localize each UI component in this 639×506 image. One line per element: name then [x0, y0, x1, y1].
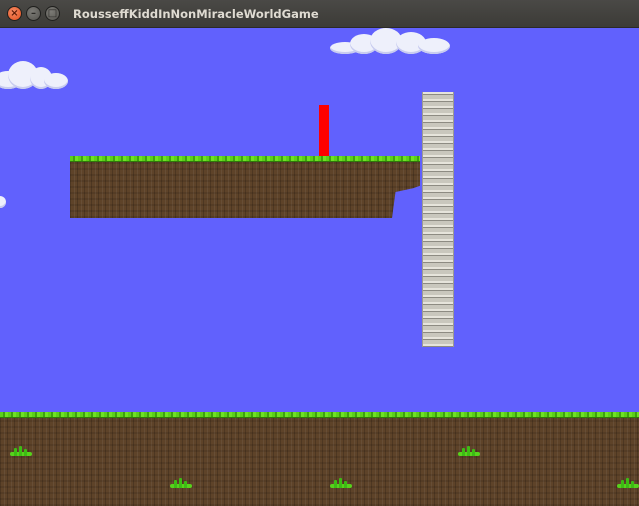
grass-tuft	[617, 478, 639, 488]
title-bar[interactable]: × – □ RousseffKiddInNonMiracleWorldGame	[0, 0, 639, 28]
minimize-icon: –	[31, 8, 36, 19]
cloud	[0, 61, 70, 91]
player	[319, 105, 329, 156]
window-title: RousseffKiddInNonMiracleWorldGame	[73, 7, 319, 21]
cloud	[0, 196, 6, 210]
close-button[interactable]: ×	[7, 6, 22, 21]
platform-grass	[70, 156, 420, 162]
close-icon: ×	[10, 8, 19, 19]
game-canvas[interactable]	[0, 28, 639, 506]
maximize-icon: □	[47, 8, 58, 19]
ground-grass	[0, 412, 639, 418]
game-window: × – □ RousseffKiddInNonMiracleWorldGame	[0, 0, 639, 506]
maximize-button[interactable]: □	[45, 6, 60, 21]
grass-tuft	[170, 478, 192, 488]
ground	[0, 412, 639, 506]
floating-platform	[70, 156, 420, 218]
ladder	[422, 92, 454, 347]
grass-tuft	[10, 446, 32, 456]
minimize-button[interactable]: –	[26, 6, 41, 21]
grass-tuft	[330, 478, 352, 488]
cloud	[330, 28, 452, 58]
grass-tuft	[458, 446, 480, 456]
